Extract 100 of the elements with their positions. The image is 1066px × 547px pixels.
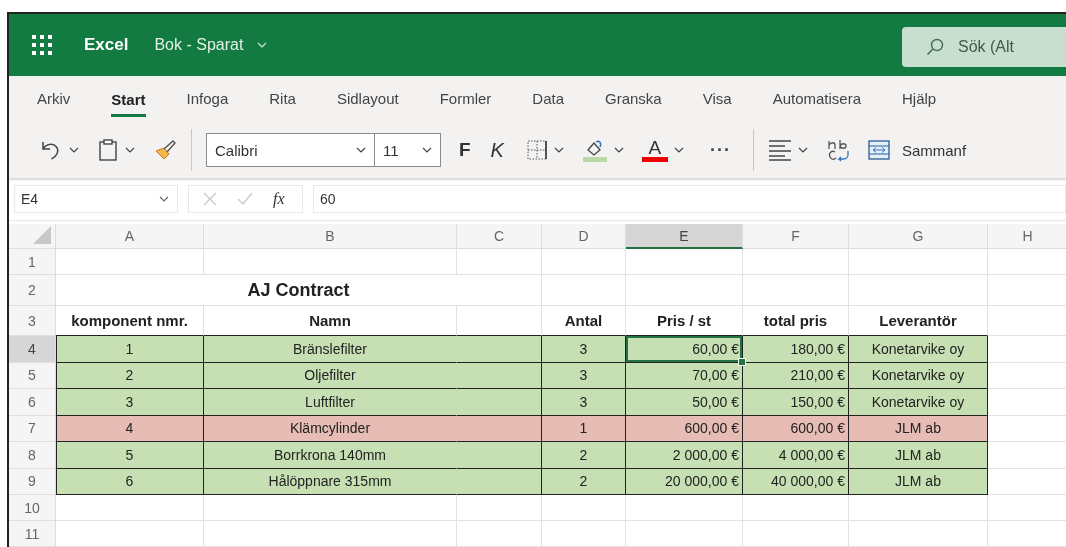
caret-icon[interactable]: [125, 147, 135, 153]
ribbon-tab[interactable]: Infoga: [186, 76, 229, 122]
caret-icon[interactable]: [797, 147, 808, 153]
table-cell[interactable]: [457, 389, 542, 416]
caret-icon[interactable]: [673, 147, 684, 153]
table-cell[interactable]: 210,00 €: [743, 362, 849, 389]
app-name[interactable]: Excel: [84, 35, 129, 55]
empty-cell[interactable]: [542, 249, 626, 275]
ribbon-tab[interactable]: Rita: [269, 76, 296, 122]
ribbon-tab[interactable]: Data: [532, 76, 564, 122]
table-cell[interactable]: 2: [542, 442, 626, 469]
table-cell[interactable]: 180,00 €: [743, 336, 849, 363]
empty-cell[interactable]: [204, 249, 457, 275]
column-header[interactable]: A: [56, 224, 204, 249]
table-cell[interactable]: JLM ab: [849, 442, 988, 469]
empty-cell[interactable]: [743, 249, 849, 275]
font-size-select[interactable]: 11: [374, 133, 441, 167]
table-cell[interactable]: Luftfilter: [204, 389, 457, 416]
merge-button[interactable]: Sammanf: [867, 139, 967, 161]
table-cell[interactable]: Klämcylinder: [204, 415, 457, 442]
table-cell[interactable]: [457, 415, 542, 442]
empty-cell[interactable]: [849, 275, 988, 306]
row-header[interactable]: 10: [9, 495, 56, 521]
table-cell[interactable]: [457, 468, 542, 495]
format-painter-icon[interactable]: [153, 139, 177, 161]
column-header[interactable]: D: [542, 224, 626, 249]
caret-icon[interactable]: [422, 147, 432, 153]
empty-cell[interactable]: [743, 521, 849, 547]
caret-icon[interactable]: [159, 196, 169, 202]
empty-cell[interactable]: [542, 521, 626, 547]
row-header[interactable]: 9: [9, 468, 56, 495]
table-cell[interactable]: 150,00 €: [743, 389, 849, 416]
align-icon[interactable]: [767, 139, 792, 161]
table-cell[interactable]: JLM ab: [849, 415, 988, 442]
empty-cell[interactable]: [542, 495, 626, 521]
table-cell[interactable]: 6: [56, 468, 204, 495]
document-title[interactable]: Bok - Sparat: [154, 36, 244, 54]
table-cell[interactable]: 2: [542, 468, 626, 495]
empty-cell[interactable]: [204, 521, 457, 547]
ribbon-tab[interactable]: Arkiv: [37, 76, 71, 122]
table-cell[interactable]: [457, 336, 542, 363]
table-cell[interactable]: 2: [56, 362, 204, 389]
table-cell[interactable]: 4 000,00 €: [743, 442, 849, 469]
empty-cell[interactable]: [204, 495, 457, 521]
table-cell[interactable]: 70,00 €: [626, 362, 743, 389]
ribbon-tab[interactable]: Automatisera: [772, 76, 861, 122]
empty-cell[interactable]: [849, 495, 988, 521]
more-button[interactable]: ···: [709, 139, 731, 161]
empty-cell[interactable]: [626, 275, 743, 306]
table-cell[interactable]: Konetarvike oy: [849, 389, 988, 416]
ribbon-tab[interactable]: Sidlayout: [336, 76, 399, 122]
table-cell[interactable]: 3: [542, 336, 626, 363]
caret-icon[interactable]: [356, 147, 366, 153]
insert-function-button[interactable]: fx: [273, 190, 285, 208]
table-cell[interactable]: [457, 442, 542, 469]
font-color-button[interactable]: A: [641, 138, 668, 162]
table-cell[interactable]: 600,00 €: [626, 415, 743, 442]
table-cell[interactable]: 2 000,00 €: [626, 442, 743, 469]
ribbon-tab[interactable]: Formler: [439, 76, 492, 122]
row-header[interactable]: 4: [9, 336, 56, 363]
table-cell[interactable]: 50,00 €: [626, 389, 743, 416]
fill-color-icon[interactable]: [581, 138, 608, 162]
row-header[interactable]: 6: [9, 389, 56, 416]
caret-icon[interactable]: [553, 147, 564, 153]
row-header[interactable]: 8: [9, 442, 56, 469]
empty-cell[interactable]: [542, 275, 626, 306]
wrap-text-icon[interactable]: [825, 138, 850, 162]
table-cell[interactable]: Konetarvike oy: [849, 336, 988, 363]
empty-cell[interactable]: [626, 249, 743, 275]
table-cell[interactable]: [457, 362, 542, 389]
row-header[interactable]: 3: [9, 306, 56, 336]
bold-button[interactable]: F: [459, 139, 471, 161]
table-cell[interactable]: 60,00 €: [626, 336, 743, 363]
empty-cell[interactable]: [743, 275, 849, 306]
italic-button[interactable]: K: [490, 138, 504, 162]
empty-cell[interactable]: [743, 495, 849, 521]
empty-cell[interactable]: [849, 521, 988, 547]
table-cell[interactable]: 4: [56, 415, 204, 442]
paste-icon[interactable]: [97, 138, 119, 162]
ribbon-tab[interactable]: Visa: [702, 76, 732, 122]
column-header[interactable]: E: [626, 224, 743, 249]
table-cell[interactable]: Oljefilter: [204, 362, 457, 389]
ribbon-tab[interactable]: Granska: [605, 76, 662, 122]
row-header[interactable]: 2: [9, 275, 56, 306]
font-select[interactable]: Calibri: [206, 133, 374, 167]
table-cell[interactable]: 3: [56, 389, 204, 416]
select-all-icon[interactable]: [33, 226, 51, 244]
app-launcher-icon[interactable]: [32, 35, 52, 55]
column-header[interactable]: C: [457, 224, 542, 249]
column-header[interactable]: H: [988, 224, 1066, 249]
table-cell[interactable]: 20 000,00 €: [626, 468, 743, 495]
formula-input[interactable]: 60: [313, 185, 1066, 213]
table-cell[interactable]: 3: [542, 362, 626, 389]
ribbon-tab[interactable]: Start: [111, 84, 146, 117]
column-header[interactable]: F: [743, 224, 849, 249]
caret-icon[interactable]: [69, 147, 79, 153]
table-cell[interactable]: Konetarvike oy: [849, 362, 988, 389]
empty-cell[interactable]: [457, 495, 542, 521]
table-cell[interactable]: 5: [56, 442, 204, 469]
caret-icon[interactable]: [613, 147, 624, 153]
